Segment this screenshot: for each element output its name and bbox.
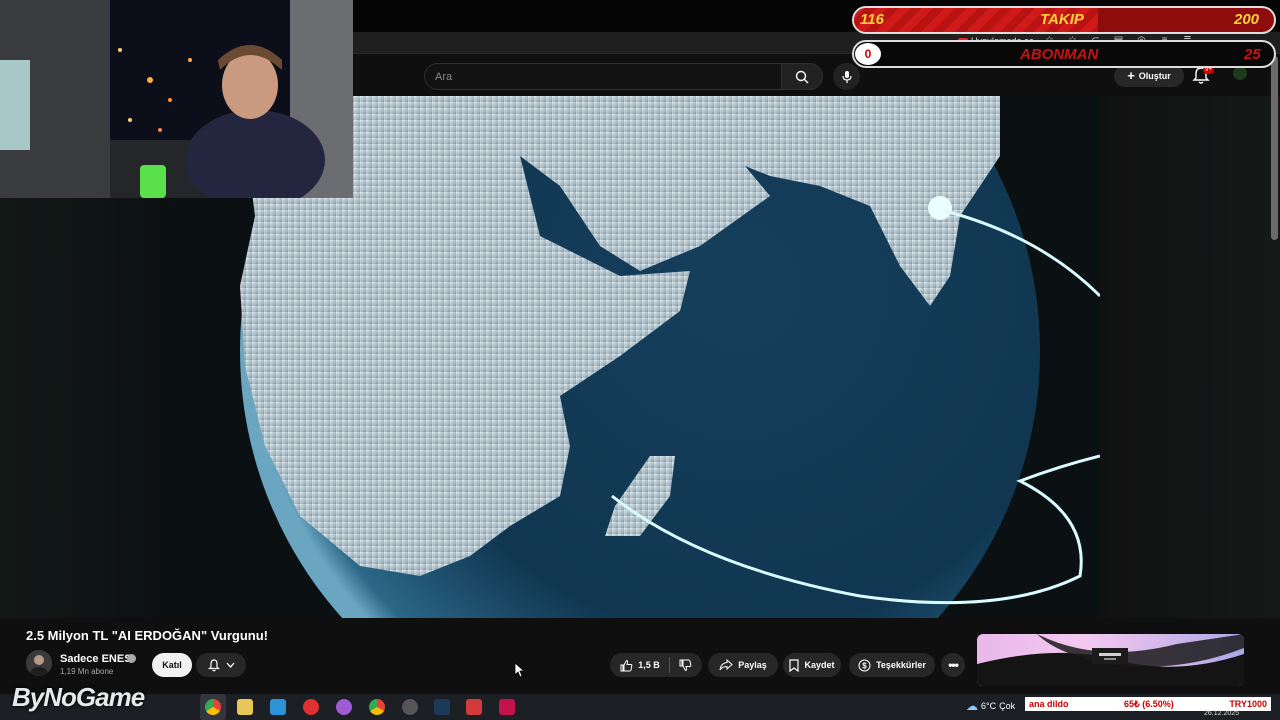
follower-current: 116 — [860, 11, 884, 28]
search-input[interactable]: Ara — [424, 63, 782, 90]
chrome-profile-taskbar-icon[interactable] — [369, 699, 385, 715]
channel-name[interactable]: Sadece ENES — [60, 653, 132, 665]
sponsored-banner[interactable] — [977, 634, 1244, 686]
ticker-left: ana dildo — [1029, 699, 1069, 709]
game-taskbar-icon[interactable] — [466, 699, 482, 715]
weather-widget[interactable]: ☁ 6°C Çok — [966, 699, 1015, 713]
verified-icon — [127, 654, 136, 663]
more-icon: ••• — [948, 658, 959, 672]
channel-avatar[interactable] — [26, 650, 52, 676]
create-button[interactable]: + Oluştur — [1114, 65, 1184, 87]
taskbar-date: 26.12.2025 — [1204, 710, 1240, 717]
weather-temp: 6°C — [981, 701, 997, 711]
subscriber-count: 1,19 Mn abone — [60, 667, 114, 676]
app-taskbar-icon[interactable] — [270, 699, 286, 715]
share-icon — [719, 659, 733, 671]
super-thanks-icon: $ — [858, 659, 871, 671]
save-button[interactable]: Kaydet — [783, 653, 841, 677]
ticker-mid: 65₺ (6.50%) — [1124, 698, 1174, 709]
bookmark-icon — [789, 658, 800, 672]
video-left-shadow — [0, 198, 172, 618]
webcam-scene — [0, 0, 353, 198]
like-dislike-group: 1,5 B — [610, 653, 702, 677]
file-explorer-taskbar-icon[interactable] — [237, 699, 253, 715]
steam-taskbar-icon[interactable] — [434, 699, 450, 715]
subscriber-current: 0 — [855, 43, 881, 65]
screen: Uygulamada aç ☆ ☆ ⊂ ▤ ◎ ≡ ≣ Ara + Oluştu… — [0, 0, 1280, 720]
opera-taskbar-icon[interactable] — [303, 699, 319, 715]
mouse-cursor-icon — [514, 662, 524, 678]
channel-avatar-image — [26, 650, 52, 676]
subscriber-label: ABONMAN — [1020, 46, 1099, 63]
banner-artwork — [977, 634, 1244, 686]
weather-cloud-icon: ☁ — [966, 699, 978, 713]
streamer-webcam — [0, 0, 353, 198]
voice-search-button[interactable] — [833, 63, 860, 90]
video-title: 2.5 Milyon TL "AI ERDOĞAN" Vurgunu! — [26, 628, 268, 643]
subscriber-goal: 25 — [1244, 46, 1261, 63]
ticker-right: TRY1000 — [1229, 699, 1267, 709]
thanks-button[interactable]: $ Teşekkürler — [849, 653, 935, 677]
share-label: Paylaş — [738, 660, 767, 670]
obs-taskbar-icon[interactable] — [402, 699, 418, 715]
join-button[interactable]: Katıl — [152, 653, 192, 677]
chrome-taskbar-icon[interactable] — [205, 699, 221, 715]
related-sidebar — [1100, 96, 1280, 618]
share-button[interactable]: Paylaş — [708, 653, 778, 677]
follower-goal: 200 — [1234, 11, 1260, 28]
page-scrollbar[interactable] — [1271, 56, 1278, 240]
like-divider — [668, 657, 670, 673]
donation-ticker: ana dildo 65₺ (6.50%) TRY1000 — [1025, 697, 1271, 711]
thanks-label: Teşekkürler — [876, 660, 926, 670]
dislike-icon[interactable] — [679, 659, 692, 672]
search-icon — [795, 70, 809, 83]
search-placeholder: Ara — [435, 71, 453, 83]
create-label: Oluştur — [1138, 71, 1171, 81]
plus-icon: + — [1127, 68, 1135, 83]
account-avatar[interactable] — [1233, 66, 1247, 80]
app2-taskbar-icon[interactable] — [499, 699, 515, 715]
chevron-down-icon — [226, 662, 234, 668]
weather-text: Çok — [999, 701, 1016, 711]
bynogame-watermark: ByNoGame — [12, 682, 145, 712]
microphone-icon — [841, 70, 852, 83]
notification-settings-button[interactable] — [196, 653, 246, 677]
follower-label: TAKIP — [1040, 11, 1084, 28]
like-icon[interactable] — [620, 659, 633, 672]
bell-icon — [207, 658, 220, 671]
more-actions-button[interactable]: ••• — [941, 653, 965, 677]
chat-taskbar-icon[interactable] — [336, 699, 352, 715]
like-count[interactable]: 1,5 B — [638, 660, 660, 670]
svg-text:$: $ — [862, 661, 867, 670]
search-button[interactable] — [781, 63, 823, 90]
save-label: Kaydet — [804, 660, 835, 670]
